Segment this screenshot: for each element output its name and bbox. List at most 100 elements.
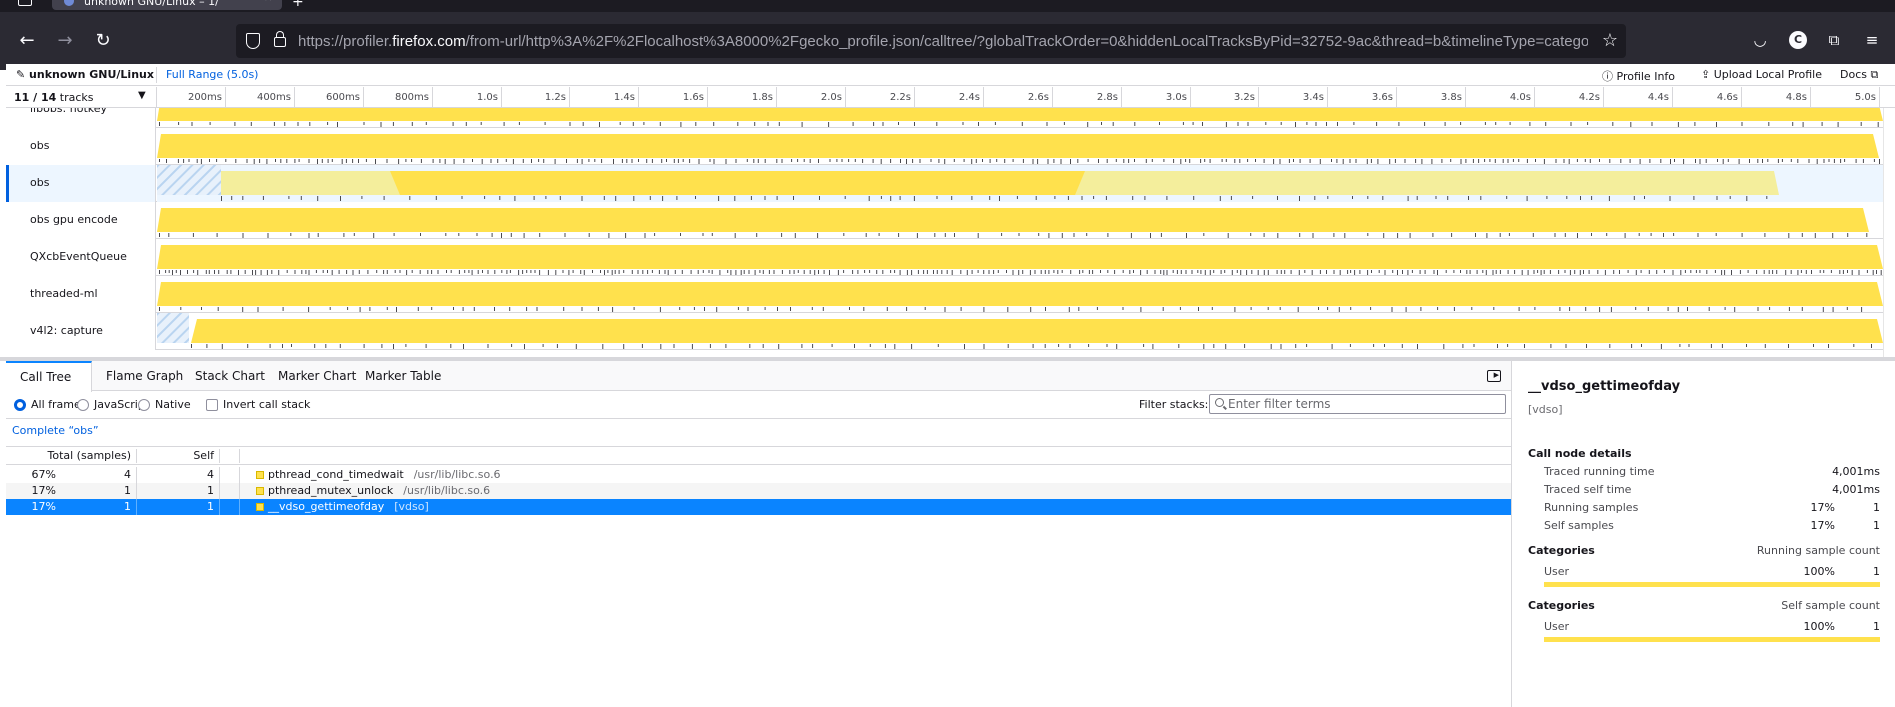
category-swatch <box>256 503 264 511</box>
new-tab-icon[interactable]: + <box>292 0 304 10</box>
empty-range-hatch <box>157 165 221 195</box>
call-tree-breadcrumb[interactable]: Complete “obs” <box>12 424 99 437</box>
track-name[interactable]: obs <box>6 128 156 165</box>
pocket-icon[interactable]: ◡ <box>1748 28 1772 52</box>
self-samples: 1 <box>207 484 214 497</box>
library-name: [vdso] <box>394 500 429 513</box>
timeline-ruler[interactable]: 200ms 400ms 600ms 800ms 1.0s 1.2s 1.4s 1.6s 1.8s… <box>156 87 1885 108</box>
tab-marker-table[interactable]: Marker Table <box>351 361 455 391</box>
category-user-self-bar <box>1544 637 1880 642</box>
forward-arrow-icon[interactable]: → <box>52 28 78 54</box>
total-pct: 67% <box>31 468 56 481</box>
category-user-running-label: User <box>1544 565 1570 578</box>
sample-markers <box>159 270 1882 275</box>
track-name[interactable]: libobs: hotkey <box>6 108 156 128</box>
invert-call-stack-label[interactable]: Invert call stack <box>223 398 310 411</box>
track-row[interactable]: obs <box>6 128 1883 165</box>
traced-running-label: Traced running time <box>1544 465 1655 478</box>
self-samples-count: 1 <box>1873 519 1880 532</box>
track-count-button[interactable]: 11 / 14 tracks <box>14 91 94 104</box>
call-tree-row[interactable]: 17% 1 1 __vdso_gettimeofday [vdso] <box>6 499 1511 515</box>
javascript-radio[interactable] <box>77 399 89 411</box>
account-avatar-icon[interactable]: C <box>1789 31 1807 49</box>
call-tree-row[interactable]: 67% 4 4 pthread_cond_timedwait/usr/lib/libc… <box>6 467 1511 483</box>
category-swatch <box>256 471 264 479</box>
browser-tab[interactable]: unknown GNU/Linux – 1/ ✕ <box>52 0 282 10</box>
back-arrow-icon[interactable]: ← <box>14 28 40 54</box>
track-row[interactable]: obs <box>6 165 1883 202</box>
native-label[interactable]: Native <box>155 398 191 411</box>
track-name[interactable]: obs <box>6 165 156 202</box>
category-user-self-label: User <box>1544 620 1570 633</box>
self-samples-label: Self samples <box>1544 519 1614 532</box>
function-name: pthread_mutex_unlock/usr/lib/libc.so.6 <box>268 484 491 497</box>
call-tree-row[interactable]: 17% 1 1 pthread_mutex_unlock/usr/lib/libc.s… <box>6 483 1511 499</box>
timeline-tracks: libobs: hotkey obs obs obs gpu encode QXcbEv… <box>6 108 1883 357</box>
call-tree-settings: All frames JavaScript Native Invert call… <box>6 391 1511 419</box>
upload-profile-button[interactable]: ⇪ Upload Local Profile <box>1701 68 1822 81</box>
track-activity-graph[interactable] <box>157 108 1883 128</box>
menu-hamburger-icon[interactable]: ≡ <box>1860 28 1884 52</box>
close-tab-icon[interactable]: ✕ <box>264 0 272 4</box>
track-name[interactable]: threaded-ml <box>6 276 156 313</box>
call-tree-header: Total (samples) Self <box>6 446 1511 465</box>
profile-info-button[interactable]: ⓘ Profile Info <box>1602 68 1675 84</box>
track-activity-graph[interactable] <box>157 313 1883 350</box>
invert-call-stack-checkbox[interactable] <box>206 399 218 411</box>
all-frames-radio[interactable] <box>14 399 26 411</box>
category-user-self-pct: 100% <box>1803 620 1835 633</box>
profile-name[interactable]: ✎ unknown GNU/Linux <box>16 68 154 81</box>
track-activity-graph[interactable] <box>157 239 1883 276</box>
browser-navbar: ← → ↻ https://profiler.firefox.com/from-… <box>0 12 1895 70</box>
url-text[interactable]: https://profiler.firefox.com/from-url/ht… <box>298 33 1588 50</box>
extensions-puzzle-icon[interactable]: ⧉ <box>1822 28 1846 52</box>
filter-stacks-field[interactable] <box>1209 394 1506 414</box>
url-bar[interactable]: https://profiler.firefox.com/from-url/ht… <box>236 24 1626 58</box>
track-row[interactable]: libobs: hotkey <box>6 108 1883 128</box>
tab-call-tree[interactable]: Call Tree <box>6 361 92 392</box>
track-activity-graph[interactable] <box>157 165 1883 202</box>
sidebar-toggle-icon[interactable]: ▶ <box>1487 370 1501 382</box>
categories-self-heading: Categories <box>1528 599 1595 612</box>
chevron-down-icon[interactable]: ▼ <box>138 90 146 101</box>
track-row[interactable]: v4l2: capture <box>6 313 1883 350</box>
full-range-breadcrumb[interactable]: Full Range (5.0s) <box>166 68 258 81</box>
traced-self-value: 4,001ms <box>1832 483 1880 496</box>
favicon-icon <box>64 0 74 6</box>
total-samples: 1 <box>124 484 131 497</box>
cpu-graph-area <box>157 108 1883 121</box>
track-row[interactable]: threaded-ml <box>6 276 1883 313</box>
cpu-graph-area <box>157 245 1883 269</box>
timeline-scrollbar[interactable] <box>1883 108 1895 357</box>
running-sample-count-heading: Running sample count <box>1756 544 1880 557</box>
track-row[interactable]: obs gpu encode <box>6 202 1883 239</box>
native-radio[interactable] <box>138 399 150 411</box>
bookmark-star-icon[interactable]: ☆ <box>1602 30 1618 51</box>
categories-running-heading: Categories <box>1528 544 1595 557</box>
tracking-shield-icon[interactable] <box>246 33 260 49</box>
cpu-graph-area <box>157 134 1879 158</box>
cpu-graph-area <box>157 208 1869 232</box>
track-activity-graph[interactable] <box>157 202 1883 239</box>
track-name[interactable]: v4l2: capture <box>6 313 156 350</box>
filter-stacks-input[interactable] <box>1228 396 1498 412</box>
sidebar-function-name: __vdso_gettimeofday <box>1528 379 1681 394</box>
running-samples-count: 1 <box>1873 501 1880 514</box>
docs-button[interactable]: Docs ⧉ <box>1840 68 1878 82</box>
tab-overview-icon[interactable] <box>18 0 32 6</box>
track-activity-graph[interactable] <box>157 128 1883 165</box>
function-name: __vdso_gettimeofday [vdso] <box>268 500 429 513</box>
lock-icon[interactable] <box>274 31 286 47</box>
self-samples: 4 <box>207 468 214 481</box>
call-tree-sidebar: __vdso_gettimeofday [vdso] Call node det… <box>1512 361 1895 707</box>
running-samples-pct: 17% <box>1810 501 1835 514</box>
track-activity-graph[interactable] <box>157 276 1883 313</box>
cpu-graph-area <box>191 319 1883 343</box>
track-row[interactable]: QXcbEventQueue <box>6 239 1883 276</box>
self-samples: 1 <box>207 500 214 513</box>
track-name[interactable]: QXcbEventQueue <box>6 239 156 276</box>
reload-icon[interactable]: ↻ <box>90 28 116 54</box>
track-name[interactable]: obs gpu encode <box>6 202 156 239</box>
profiler-topbar: ✎ unknown GNU/Linux Full Range (5.0s) ⓘ … <box>6 64 1895 86</box>
sample-markers <box>159 233 1868 238</box>
